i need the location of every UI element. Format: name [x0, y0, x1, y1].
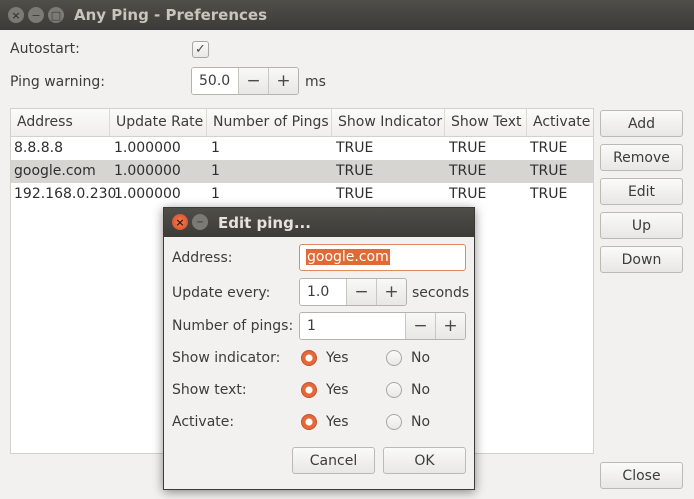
cell-indicator: TRUE — [336, 186, 374, 202]
show-indicator-label: Show indicator: — [172, 350, 281, 366]
close-button[interactable]: Close — [600, 462, 683, 489]
ping-warning-label: Ping warning: — [10, 74, 106, 90]
column-header-show-indicator[interactable]: Show Indicator — [332, 109, 445, 136]
cell-address: 192.168.0.230 — [14, 186, 117, 202]
cell-rate: 1.000000 — [114, 186, 181, 202]
show-text-yes-radio[interactable]: Yes — [301, 382, 349, 398]
update-every-decrement-button[interactable]: − — [346, 279, 376, 305]
ping-warning-unit: ms — [305, 74, 326, 90]
cancel-button[interactable]: Cancel — [292, 447, 375, 474]
cell-text: TRUE — [449, 140, 487, 156]
radio-unselected-icon — [386, 382, 402, 398]
checkmark-icon: ✓ — [195, 42, 206, 57]
table-header: Address Update Rate Number of Pings Show… — [11, 109, 593, 137]
column-header-show-text[interactable]: Show Text — [445, 109, 527, 136]
radio-unselected-icon — [386, 414, 402, 430]
update-every-label: Update every: — [172, 285, 271, 301]
radio-selected-icon — [301, 382, 317, 398]
number-of-pings-input[interactable]: 1 — [300, 313, 405, 339]
radio-label: No — [411, 382, 431, 398]
activate-yes-radio[interactable]: Yes — [301, 414, 349, 430]
update-every-input[interactable]: 1.0 — [300, 279, 346, 305]
column-header-address[interactable]: Address — [11, 109, 110, 136]
cell-text: TRUE — [449, 163, 487, 179]
cell-indicator: TRUE — [336, 163, 374, 179]
close-dialog-icon[interactable]: × — [172, 214, 188, 230]
table-row[interactable]: 192.168.0.230 1.000000 1 TRUE TRUE TRUE — [11, 183, 593, 206]
activate-no-radio[interactable]: No — [386, 414, 430, 430]
autostart-label: Autostart: — [10, 41, 80, 57]
edit-button[interactable]: Edit — [600, 178, 683, 205]
minimize-window-icon[interactable]: − — [28, 7, 44, 23]
radio-selected-icon — [301, 350, 317, 366]
maximize-window-icon[interactable]: □ — [48, 7, 64, 23]
cell-pings: 1 — [211, 163, 220, 179]
address-input[interactable]: google.com — [299, 244, 466, 271]
dialog-titlebar[interactable]: × − Edit ping... — [164, 208, 474, 237]
ping-warning-decrement-button[interactable]: − — [238, 68, 268, 94]
cell-address: google.com — [14, 163, 96, 179]
dialog-title: Edit ping... — [218, 214, 311, 232]
minimize-dialog-icon[interactable]: − — [192, 214, 208, 230]
show-indicator-no-radio[interactable]: No — [386, 350, 430, 366]
column-header-activate[interactable]: Activate — [527, 109, 593, 136]
radio-label: No — [411, 414, 431, 430]
add-button[interactable]: Add — [600, 110, 683, 137]
cell-activate: TRUE — [530, 163, 568, 179]
ping-warning-spinner: 50.0 − + — [191, 67, 299, 95]
close-window-icon[interactable]: × — [8, 7, 24, 23]
ping-warning-increment-button[interactable]: + — [268, 68, 298, 94]
number-of-pings-label: Number of pings: — [172, 318, 294, 334]
ping-warning-input[interactable]: 50.0 — [192, 68, 238, 94]
cell-rate: 1.000000 — [114, 140, 181, 156]
radio-label: Yes — [326, 382, 349, 398]
down-button[interactable]: Down — [600, 246, 683, 273]
cell-activate: TRUE — [530, 140, 568, 156]
update-every-increment-button[interactable]: + — [376, 279, 406, 305]
update-every-spinner: 1.0 − + — [299, 278, 407, 306]
number-of-pings-decrement-button[interactable]: − — [405, 313, 435, 339]
activate-label: Activate: — [172, 414, 235, 430]
radio-label: Yes — [326, 350, 349, 366]
window-titlebar[interactable]: × − □ Any Ping - Preferences — [0, 0, 694, 30]
cell-address: 8.8.8.8 — [14, 140, 63, 156]
address-value: google.com — [306, 249, 390, 265]
radio-label: Yes — [326, 414, 349, 430]
autostart-checkbox[interactable]: ✓ — [192, 41, 209, 58]
cell-pings: 1 — [211, 186, 220, 202]
radio-selected-icon — [301, 414, 317, 430]
cell-text: TRUE — [449, 186, 487, 202]
number-of-pings-spinner: 1 − + — [299, 312, 466, 340]
column-header-update-rate[interactable]: Update Rate — [110, 109, 207, 136]
address-label: Address: — [172, 250, 233, 266]
radio-unselected-icon — [386, 350, 402, 366]
cell-activate: TRUE — [530, 186, 568, 202]
remove-button[interactable]: Remove — [600, 144, 683, 171]
number-of-pings-increment-button[interactable]: + — [435, 313, 465, 339]
edit-ping-dialog: × − Edit ping... Address: google.com Upd… — [163, 207, 475, 490]
update-every-unit: seconds — [412, 285, 470, 301]
up-button[interactable]: Up — [600, 212, 683, 239]
cell-rate: 1.000000 — [114, 163, 181, 179]
show-text-label: Show text: — [172, 382, 247, 398]
show-text-no-radio[interactable]: No — [386, 382, 430, 398]
show-indicator-yes-radio[interactable]: Yes — [301, 350, 349, 366]
column-header-number-of-pings[interactable]: Number of Pings — [207, 109, 332, 136]
table-row[interactable]: 8.8.8.8 1.000000 1 TRUE TRUE TRUE — [11, 137, 593, 160]
radio-label: No — [411, 350, 431, 366]
window-title: Any Ping - Preferences — [74, 6, 268, 24]
cell-indicator: TRUE — [336, 140, 374, 156]
cell-pings: 1 — [211, 140, 220, 156]
table-row-selected[interactable]: google.com 1.000000 1 TRUE TRUE TRUE — [11, 160, 593, 183]
ok-button[interactable]: OK — [383, 447, 466, 474]
